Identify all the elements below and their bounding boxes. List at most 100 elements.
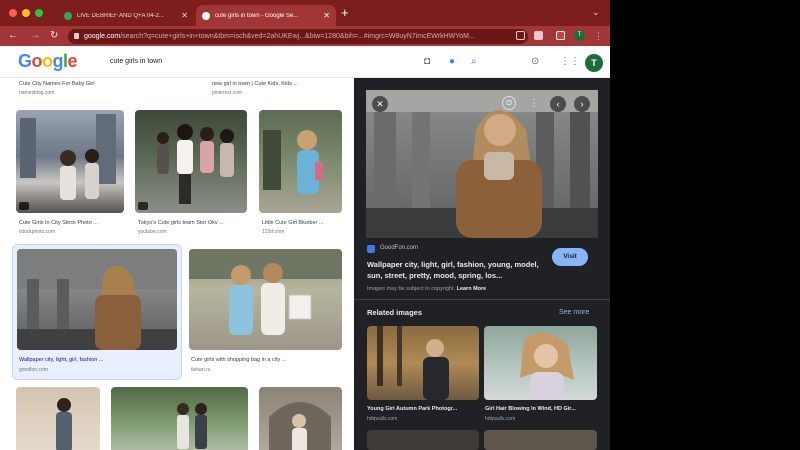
image-preview-panel: ✕ ⊙ ⋮ ‹ › GoodFon.com Wallpaper city, li… [354,78,610,450]
close-window-dot[interactable] [9,9,17,17]
forward-button[interactable]: → [30,29,40,43]
result-source: tlehan.ru [191,367,211,373]
browser-window: LIVE DEBRIEF AND Q+A 04-2... ✕ cute girl… [0,0,610,450]
result-caption[interactable]: Little Cute Girl Blueber ... [262,220,344,226]
result-caption[interactable]: Wallpaper city, light, girl, fashion ... [19,357,129,363]
logo-letter: o [42,51,53,71]
result-thumbnail[interactable] [259,110,342,213]
shopping-girls-illustration [189,249,342,335]
favicon-icon [64,11,72,20]
extension-icon[interactable] [556,31,565,40]
result-source: istockphoto.com [19,229,56,235]
lock-icon[interactable] [74,33,79,39]
apps-grid-icon[interactable]: ⋮⋮ [560,56,580,68]
result-source: youtube.com [138,229,167,235]
park-girls-illustration [177,403,207,449]
city-girls-illustration [20,114,116,200]
result-source: goodfon.com [19,367,48,373]
preview-title[interactable]: Wallpaper city, light, girl, fashion, yo… [367,259,547,281]
logo-letter: o [31,51,43,71]
google-favicon-icon [202,11,210,20]
result-thumbnail[interactable] [259,387,342,450]
bridge-girl-large-illustration [366,90,598,238]
related-caption[interactable]: Girl Hair Blowing In Wind, HD Gir... [485,406,597,412]
profile-avatar[interactable]: T [574,30,585,41]
result-thumbnail[interactable] [111,387,248,450]
tab-search-chevron-icon[interactable]: ⌄ [592,7,600,18]
close-preview-button[interactable]: ✕ [372,96,388,112]
image-results-grid: Cute City Names For Baby Girl namesblog.… [0,78,354,450]
url-path: /search?q=cute+girls+in+town&tbm=isch&ve… [120,33,475,40]
lens-search-button[interactable]: ⊙ [502,96,516,110]
browser-menu-icon[interactable]: ⋮ [594,29,603,43]
visit-button[interactable]: Visit [552,248,588,266]
site-favicon-icon [367,245,375,253]
related-thumbnail[interactable] [484,430,597,450]
tab-google-search[interactable]: cute girls in town - Google Se... ✕ [196,5,336,26]
next-image-button[interactable]: › [574,96,590,112]
search-icon[interactable]: ⌕ [471,56,477,68]
result-thumbnail[interactable] [135,110,247,213]
copyright-text: Images may be subject to copyright. [367,286,456,292]
related-source: hdqwalls.com [367,416,398,422]
tokyo-girls-illustration [157,124,234,204]
video-badge-icon [19,202,29,210]
panel-divider [354,299,610,300]
little-girl-illustration [263,130,323,194]
close-tab-icon[interactable]: ✕ [181,11,188,20]
related-thumbnail[interactable] [367,430,479,450]
google-logo[interactable]: Google [18,51,78,72]
related-images-heading: Related images [367,308,423,317]
labs-icon[interactable]: ⊙ [531,56,539,68]
new-tab-button[interactable]: + [341,6,349,20]
related-thumbnail[interactable] [484,326,597,400]
video-badge-icon [138,202,148,210]
result-source: 123rf.com [262,229,285,235]
preview-site-name[interactable]: GoodFon.com [380,245,418,251]
result-thumbnail-selected[interactable] [17,249,177,350]
result-thumbnail[interactable] [16,110,124,213]
result-source: namesblog.com [19,90,55,96]
share-preview-icon[interactable]: ⋮ [526,96,542,112]
minimize-window-dot[interactable] [22,9,30,17]
share-icon[interactable] [516,31,525,40]
camera-lens-icon[interactable]: ◘ [424,56,430,68]
see-more-link[interactable]: See more [559,309,589,316]
preview-image[interactable] [366,90,598,238]
result-caption[interactable]: Cute City Names For Baby Girl [19,81,189,87]
tab-label: cute girls in town - Google Se... [215,12,299,19]
autumn-park-girl-illustration [377,326,449,400]
tab-strip: LIVE DEBRIEF AND Q+A 04-2... ✕ cute girl… [0,0,610,26]
learn-more-link[interactable]: Learn More [457,286,487,292]
google-header: Google cute girls in town ◘ ● ⌕ ⊙ ⋮⋮ T [0,46,610,78]
result-thumbnail[interactable] [189,249,342,350]
url-domain: google.com [84,33,121,40]
address-bar[interactable]: google.com/search?q=cute+girls+in+town&t… [68,29,528,44]
microphone-icon[interactable]: ● [449,56,455,68]
related-caption[interactable]: Young Girl Autumn Park Photogr... [367,406,479,412]
result-caption[interactable]: Cute Girls In City Stock Photo ... [19,220,124,226]
close-tab-icon[interactable]: ✕ [323,11,330,20]
tab-live-debrief[interactable]: LIVE DEBRIEF AND Q+A 04-2... ✕ [58,5,194,26]
girl-wall-illustration [56,398,72,450]
related-source: hdqwalls.com [485,416,516,422]
result-thumbnail[interactable] [16,387,100,450]
maximize-window-dot[interactable] [35,9,43,17]
result-caption[interactable]: Tokyo's Cute girls team Stor Okv ... [138,220,248,226]
search-input[interactable]: cute girls in town [100,52,490,72]
logo-letter: e [67,51,78,71]
copyright-notice: Images may be subject to copyright. Lear… [367,286,486,292]
result-caption[interactable]: new girl in town | Cute Kids, Kids ... [212,81,342,87]
account-avatar[interactable]: T [585,54,603,72]
arch-girl-illustration [269,402,331,450]
related-thumbnail[interactable] [367,326,479,400]
prev-image-button[interactable]: ‹ [550,96,566,112]
hair-wind-girl-illustration [520,332,574,400]
back-button[interactable]: ← [8,29,18,43]
reload-button[interactable]: ↻ [50,29,58,43]
result-source: pinterest.com [212,90,243,96]
browser-toolbar: ← → ↻ google.com/search?q=cute+girls+in+… [0,26,610,46]
logo-letter: g [52,51,64,71]
bookmark-star-icon[interactable] [534,31,543,40]
result-caption[interactable]: Cute girls with shopping bag in a city .… [191,357,341,363]
